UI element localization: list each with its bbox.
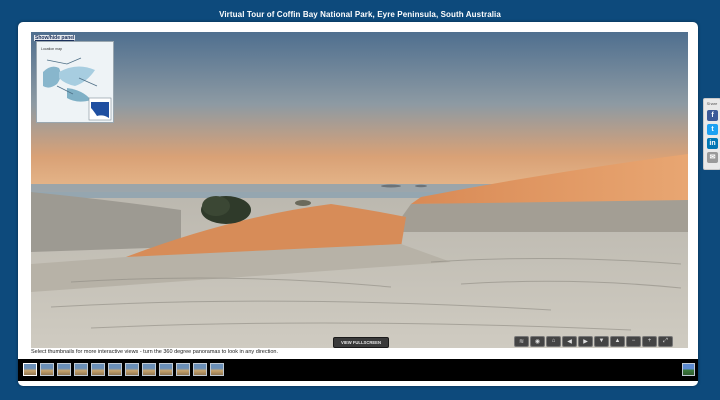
arrow-left-button[interactable]: ◀	[562, 335, 577, 347]
arrow-up-button[interactable]: ▲	[610, 335, 625, 347]
arrow-up-icon: ▲	[614, 338, 621, 344]
page-title: Virtual Tour of Coffin Bay National Park…	[219, 10, 501, 19]
map-label: Location map	[41, 47, 62, 51]
zoom-out-icon: −	[631, 338, 636, 344]
zoom-out-button[interactable]: −	[626, 335, 641, 347]
hotspot-icon: ◉	[534, 338, 541, 345]
thumbnail[interactable]	[193, 363, 207, 376]
thumbnail[interactable]	[108, 363, 122, 376]
zoom-in-button[interactable]: +	[642, 335, 657, 347]
thumbnail[interactable]	[159, 363, 173, 376]
hotspot-button[interactable]: ◉	[530, 335, 545, 347]
zoom-in-icon: +	[647, 338, 652, 344]
share-bar: Share f t in ✉	[703, 98, 720, 170]
view-fullscreen-button[interactable]: VIEW FULLSCREEN	[333, 337, 389, 348]
location-map-graphic: Location map	[37, 42, 113, 122]
share-label: Share	[706, 101, 718, 106]
thumbnail[interactable]	[210, 363, 224, 376]
panorama-image[interactable]	[31, 32, 688, 348]
thumbnail[interactable]	[23, 363, 37, 376]
thumbnail[interactable]	[91, 363, 105, 376]
thumbnail-strip	[18, 359, 698, 381]
map-panel: Show/hide panel Location map	[34, 35, 114, 123]
fullscreen-icon: ⤢	[663, 337, 668, 344]
wifi-icon: ≋	[518, 338, 525, 345]
share-twitter-button[interactable]: t	[707, 124, 718, 135]
thumbnail[interactable]	[125, 363, 139, 376]
arrow-right-button[interactable]: ▶	[578, 335, 593, 347]
thumbnail[interactable]	[57, 363, 71, 376]
share-linkedin-button[interactable]: in	[707, 138, 718, 149]
thumbnail[interactable]	[176, 363, 190, 376]
fullscreen-button[interactable]: ⤢	[658, 335, 673, 347]
arrow-down-button[interactable]: ▼	[594, 335, 609, 347]
facebook-icon: f	[711, 112, 714, 119]
location-map[interactable]: Location map	[36, 41, 114, 123]
email-icon: ✉	[709, 154, 716, 161]
thumbnail-list	[23, 363, 224, 376]
thumbnail[interactable]	[74, 363, 88, 376]
arrow-left-icon: ◀	[567, 338, 572, 345]
arrow-down-icon: ▼	[598, 338, 605, 344]
viewer-caption: Select thumbnails for more interactive v…	[31, 349, 279, 355]
thumbnail-extra[interactable]	[682, 363, 695, 376]
linkedin-icon: in	[709, 140, 716, 147]
arrow-right-icon: ▶	[583, 338, 588, 345]
share-facebook-button[interactable]: f	[707, 110, 718, 121]
share-email-button[interactable]: ✉	[707, 152, 718, 163]
viewer-nav-controls: ≋ ◉ ⌂ ◀ ▶ ▼ ▲ − + ⤢	[514, 335, 688, 347]
wifi-button[interactable]: ≋	[514, 335, 529, 347]
home-icon: ⌂	[551, 338, 556, 344]
thumbnail[interactable]	[142, 363, 156, 376]
panorama-viewer[interactable]	[31, 32, 688, 348]
home-button[interactable]: ⌂	[546, 335, 561, 347]
thumbnail[interactable]	[40, 363, 54, 376]
twitter-icon: t	[711, 126, 714, 133]
